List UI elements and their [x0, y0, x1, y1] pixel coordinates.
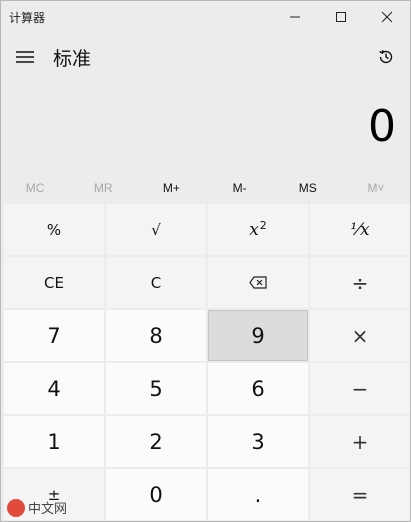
php-logo-icon — [7, 498, 25, 517]
digit-1-button[interactable]: 1 — [4, 416, 104, 467]
percent-button[interactable]: % — [4, 204, 104, 255]
watermark: 中文网 — [7, 498, 67, 517]
reciprocal-label: ⅟x — [350, 219, 370, 240]
square-base-label: x — [249, 219, 259, 240]
hamburger-icon — [16, 51, 34, 63]
memory-store-button[interactable]: MS — [274, 181, 342, 195]
minimize-button[interactable] — [272, 1, 318, 33]
memory-add-button[interactable]: M+ — [137, 181, 205, 195]
app-title: 计算器 — [9, 10, 46, 25]
memory-row: MC MR M+ M- MS M˅ — [1, 175, 410, 201]
digit-7-button[interactable]: 7 — [4, 310, 104, 361]
memory-recall-button[interactable]: MR — [69, 181, 137, 195]
plus-label: + — [351, 429, 369, 454]
mode-title: 标准 — [53, 47, 92, 70]
maximize-button[interactable] — [318, 1, 364, 33]
close-button[interactable] — [364, 1, 410, 33]
calculator-window: 计算器 标准 0 MC MR M+ M- MS M˅ % √ x 2 ⅟x CE… — [0, 0, 411, 522]
title-bar: 计算器 — [1, 1, 410, 33]
close-icon — [381, 11, 393, 23]
square-exponent-label: 2 — [259, 219, 267, 232]
memory-list-button[interactable]: M˅ — [342, 181, 410, 195]
digit-3-button[interactable]: 3 — [208, 416, 308, 467]
divide-button[interactable]: ÷ — [310, 257, 410, 308]
memory-subtract-button[interactable]: M- — [206, 181, 274, 195]
square-button[interactable]: x2 — [208, 204, 308, 255]
digit-2-button[interactable]: 2 — [106, 416, 206, 467]
square-root-button[interactable]: √ — [106, 204, 206, 255]
plus-button[interactable]: + — [310, 416, 410, 467]
window-controls — [272, 1, 410, 33]
result-display: 0 — [368, 101, 396, 152]
keypad: % √ x2 ⅟x CE C ÷ 7 8 9 × 4 5 6 − 1 2 3 +… — [4, 204, 410, 520]
digit-6-button[interactable]: 6 — [208, 363, 308, 414]
digit-8-button[interactable]: 8 — [106, 310, 206, 361]
multiply-button[interactable]: × — [310, 310, 410, 361]
minus-button[interactable]: − — [310, 363, 410, 414]
minimize-icon — [290, 16, 300, 18]
maximize-icon — [336, 12, 346, 22]
navigation-menu-button[interactable] — [1, 33, 49, 81]
digit-5-button[interactable]: 5 — [106, 363, 206, 414]
divide-label: ÷ — [351, 270, 369, 295]
memory-clear-button[interactable]: MC — [1, 181, 69, 195]
backspace-icon — [249, 276, 267, 289]
clear-button[interactable]: C — [106, 257, 206, 308]
digit-9-button[interactable]: 9 — [208, 310, 308, 361]
minus-label: − — [351, 376, 369, 401]
history-button[interactable] — [362, 33, 410, 81]
digit-4-button[interactable]: 4 — [4, 363, 104, 414]
clear-entry-button[interactable]: CE — [4, 257, 104, 308]
watermark-text: 中文网 — [28, 501, 68, 516]
digit-0-button[interactable]: 0 — [106, 469, 206, 520]
equals-button[interactable]: = — [310, 469, 410, 520]
equals-label: = — [351, 482, 369, 507]
history-icon — [379, 50, 393, 64]
multiply-label: × — [351, 323, 369, 348]
reciprocal-button[interactable]: ⅟x — [310, 204, 410, 255]
backspace-button[interactable] — [208, 257, 308, 308]
decimal-button[interactable]: . — [208, 469, 308, 520]
calculator-header: 标准 — [1, 33, 410, 81]
